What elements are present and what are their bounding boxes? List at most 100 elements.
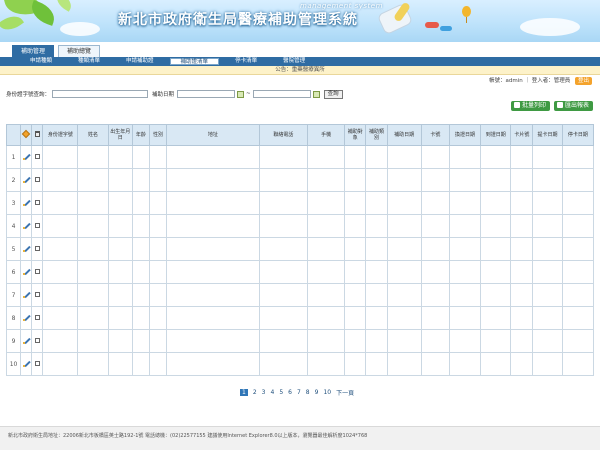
nav-apply-type[interactable]: 申請種類 [20, 58, 62, 65]
table-cell [306, 329, 346, 353]
page-link[interactable]: 1 [240, 389, 248, 396]
column-header[interactable]: 補助日期 [386, 124, 422, 146]
row-number: 9 [5, 329, 22, 353]
row-checkbox[interactable] [34, 245, 40, 251]
search-button[interactable]: 查詢 [323, 89, 343, 99]
row-checkbox[interactable] [34, 153, 40, 159]
table-cell [561, 329, 595, 353]
row-checkbox[interactable] [34, 268, 40, 274]
column-header[interactable]: 性別 [148, 124, 168, 146]
column-header[interactable]: 換證日期 [448, 124, 482, 146]
column-header[interactable]: 補助類別 [365, 124, 388, 146]
table-cell [107, 168, 133, 192]
table-cell [166, 260, 260, 284]
date-label: 補助日期 [152, 92, 175, 98]
table-cell [42, 168, 79, 192]
table-cell [107, 260, 133, 284]
column-header[interactable]: 姓名 [77, 124, 109, 146]
nav-stop-list[interactable]: 停卡清單 [225, 58, 267, 65]
table-cell [344, 145, 367, 169]
batch-print-button[interactable]: 批量列印 [511, 101, 551, 111]
table-cell [561, 168, 595, 192]
table-cell [386, 352, 422, 376]
edit-icon[interactable] [22, 360, 30, 367]
next-page-link[interactable]: 下一頁 [336, 388, 354, 397]
row-checkbox[interactable] [34, 291, 40, 297]
edit-icon[interactable] [22, 314, 30, 321]
page-link[interactable]: 9 [315, 389, 319, 396]
edit-icon[interactable] [22, 199, 30, 206]
table-cell [365, 214, 388, 238]
range-separator: ~ [246, 91, 251, 97]
edit-icon[interactable] [22, 268, 30, 275]
calendar-icon[interactable] [237, 90, 245, 98]
edit-icon[interactable] [22, 176, 30, 183]
logout-button[interactable]: 登出 [574, 77, 592, 85]
id-search-input[interactable] [52, 90, 149, 98]
date-end-input[interactable] [252, 90, 311, 98]
table-cell [107, 306, 133, 330]
nav-hospital-management[interactable]: 醫院管理 [273, 58, 315, 65]
page-link[interactable]: 3 [262, 389, 266, 396]
date-start-input[interactable] [177, 90, 236, 98]
tab-subsidy-overview[interactable]: 補助總覽 [57, 45, 100, 57]
table-cell [561, 214, 595, 238]
tab-subsidy-management[interactable]: 補助管理 [12, 45, 55, 57]
row-checkbox[interactable] [34, 360, 40, 366]
row-checkbox[interactable] [34, 314, 40, 320]
edit-icon[interactable] [22, 153, 30, 160]
column-header[interactable]: 停卡日期 [561, 124, 595, 146]
calendar-icon[interactable] [312, 90, 320, 98]
row-checkbox[interactable] [34, 222, 40, 228]
column-header[interactable]: 提卡日期 [532, 124, 563, 146]
table-cell [306, 191, 346, 215]
table-cell [510, 191, 534, 215]
table-cell [510, 283, 534, 307]
export-report-button[interactable]: 匯出報表 [554, 101, 594, 111]
nav-apply-card[interactable]: 申請補助證 [116, 58, 164, 65]
page-link[interactable]: 8 [306, 389, 310, 396]
table-cell [365, 145, 388, 169]
table-cell [107, 237, 133, 261]
edit-icon[interactable] [22, 291, 30, 298]
announcement-bar: 公告：重藥醫療異所 [0, 66, 600, 75]
page-link[interactable]: 2 [253, 389, 257, 396]
page-link[interactable]: 10 [323, 389, 331, 396]
table-cell [148, 237, 168, 261]
column-header[interactable]: 卡片號 [510, 124, 534, 146]
edit-icon[interactable] [22, 245, 30, 252]
nav-type-list[interactable]: 種類清單 [68, 58, 110, 65]
column-header[interactable]: 身份證字號 [42, 124, 79, 146]
table-cell [510, 168, 534, 192]
table-cell [148, 145, 168, 169]
table-cell [365, 237, 388, 261]
table-cell [365, 283, 388, 307]
column-header[interactable]: 地址 [166, 124, 260, 146]
edit-icon[interactable] [22, 337, 30, 344]
page-link[interactable]: 4 [270, 389, 274, 396]
row-checkbox[interactable] [34, 176, 40, 182]
site-title: 新北市政府衛生局醫療補助管理系統 [118, 12, 358, 28]
cloud-decoration [520, 18, 580, 36]
column-header[interactable]: 出生年月日 [107, 124, 133, 146]
page-link[interactable]: 7 [297, 389, 301, 396]
column-header[interactable]: 到證日期 [480, 124, 512, 146]
export-icon [557, 102, 563, 108]
table-cell [510, 145, 534, 169]
table-cell [107, 214, 133, 238]
column-header[interactable]: 手機 [306, 124, 346, 146]
page-link[interactable]: 6 [288, 389, 292, 396]
column-header[interactable]: 聯絡電話 [258, 124, 308, 146]
page-link[interactable]: 5 [279, 389, 283, 396]
table-cell [448, 145, 482, 169]
edit-icon[interactable] [22, 222, 30, 229]
column-header[interactable]: 年齡 [131, 124, 150, 146]
column-header[interactable]: 補助對象 [344, 124, 367, 146]
table-cell [258, 214, 308, 238]
column-header[interactable]: 卡號 [420, 124, 450, 146]
balloon-icon [462, 6, 471, 23]
search-bar: 身份證字號查詢： 補助日期 ~ 查詢 [0, 87, 600, 101]
row-checkbox[interactable] [34, 337, 40, 343]
nav-card-list[interactable]: 補助證清單 [169, 58, 220, 65]
row-checkbox[interactable] [34, 199, 40, 205]
